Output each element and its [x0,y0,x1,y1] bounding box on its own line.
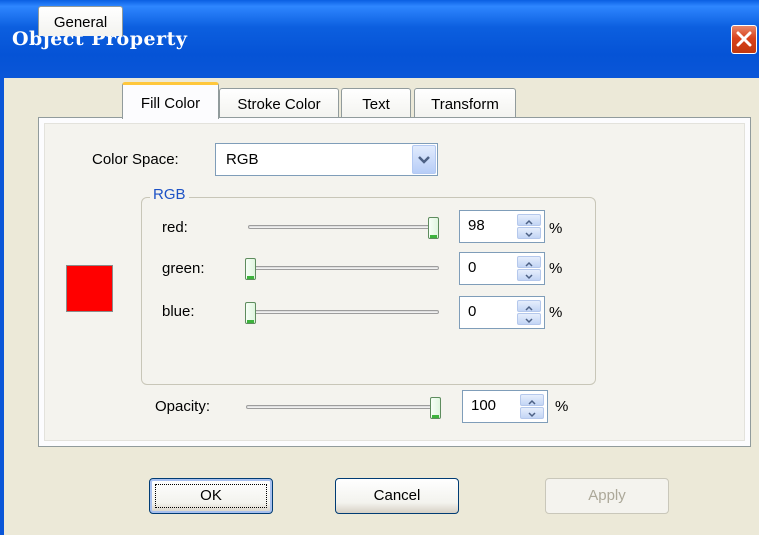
tab-label: Fill Color [140,95,201,112]
blue-label: blue: [162,303,195,320]
blue-unit: % [549,304,563,321]
chevron-down-icon [418,156,430,164]
arrow-down-icon [525,232,533,238]
arrow-up-icon [525,261,533,267]
tab-stroke-color[interactable]: Stroke Color [219,88,339,118]
cancel-button-label: Cancel [373,487,421,504]
tab-label: Text [362,96,390,113]
arrow-down-icon [525,274,533,280]
green-slider-thumb[interactable] [245,258,256,280]
apply-button[interactable]: Apply [545,478,669,514]
opacity-label: Opacity: [155,398,211,415]
green-slider-track[interactable] [248,266,439,270]
arrow-up-icon [528,399,536,405]
color-preview-swatch [66,265,113,312]
apply-button-label: Apply [588,487,626,504]
close-button[interactable] [731,25,757,54]
green-unit: % [549,260,563,277]
blue-value: 0 [468,303,477,320]
color-space-label: Color Space: [92,151,179,168]
blue-spin-down[interactable] [517,313,541,325]
red-slider-thumb[interactable] [428,217,439,239]
object-property-dialog: Object Property General Fill Color Strok… [0,0,759,535]
arrow-up-icon [525,219,533,225]
red-label: red: [162,219,188,236]
tab-text[interactable]: Text [341,88,411,118]
tab-label: General [53,14,108,31]
green-spinbox[interactable]: 0 [459,252,545,285]
opacity-slider-thumb[interactable] [430,397,441,419]
red-spinbox[interactable]: 98 [459,210,545,243]
tab-label: Transform [431,96,499,113]
ok-button[interactable]: OK [149,478,273,514]
cancel-button[interactable]: Cancel [335,478,459,514]
green-spin-up[interactable] [517,256,541,268]
red-spin-up[interactable] [517,214,541,226]
opacity-spin-up[interactable] [520,394,544,406]
tab-transform[interactable]: Transform [414,88,516,118]
close-icon [736,31,752,47]
green-label: green: [162,260,205,277]
opacity-slider-track[interactable] [246,405,441,409]
blue-slider-thumb[interactable] [245,302,256,324]
tab-label: Stroke Color [237,96,321,113]
opacity-unit: % [555,398,569,415]
arrow-down-icon [525,318,533,324]
blue-spinbox[interactable]: 0 [459,296,545,329]
green-value: 0 [468,259,477,276]
rgb-group-title: RGB [150,186,189,203]
arrow-down-icon [528,412,536,418]
tab-fill-color[interactable]: Fill Color [122,82,219,119]
blue-spin-up[interactable] [517,300,541,312]
red-spin-down[interactable] [517,227,541,239]
red-unit: % [549,220,563,237]
opacity-value: 100 [471,397,497,414]
tab-general[interactable]: General [38,6,123,36]
green-spin-down[interactable] [517,269,541,281]
opacity-spin-down[interactable] [520,407,544,419]
dropdown-button[interactable] [412,145,436,174]
color-space-select[interactable]: RGB [215,143,438,176]
opacity-spinbox[interactable]: 100 [462,390,548,423]
focus-rectangle [155,484,267,508]
red-value: 98 [468,217,485,234]
red-slider-track[interactable] [248,225,439,229]
color-space-value: RGB [226,151,259,168]
blue-slider-track[interactable] [248,310,439,314]
arrow-up-icon [525,305,533,311]
window-border [0,78,4,535]
